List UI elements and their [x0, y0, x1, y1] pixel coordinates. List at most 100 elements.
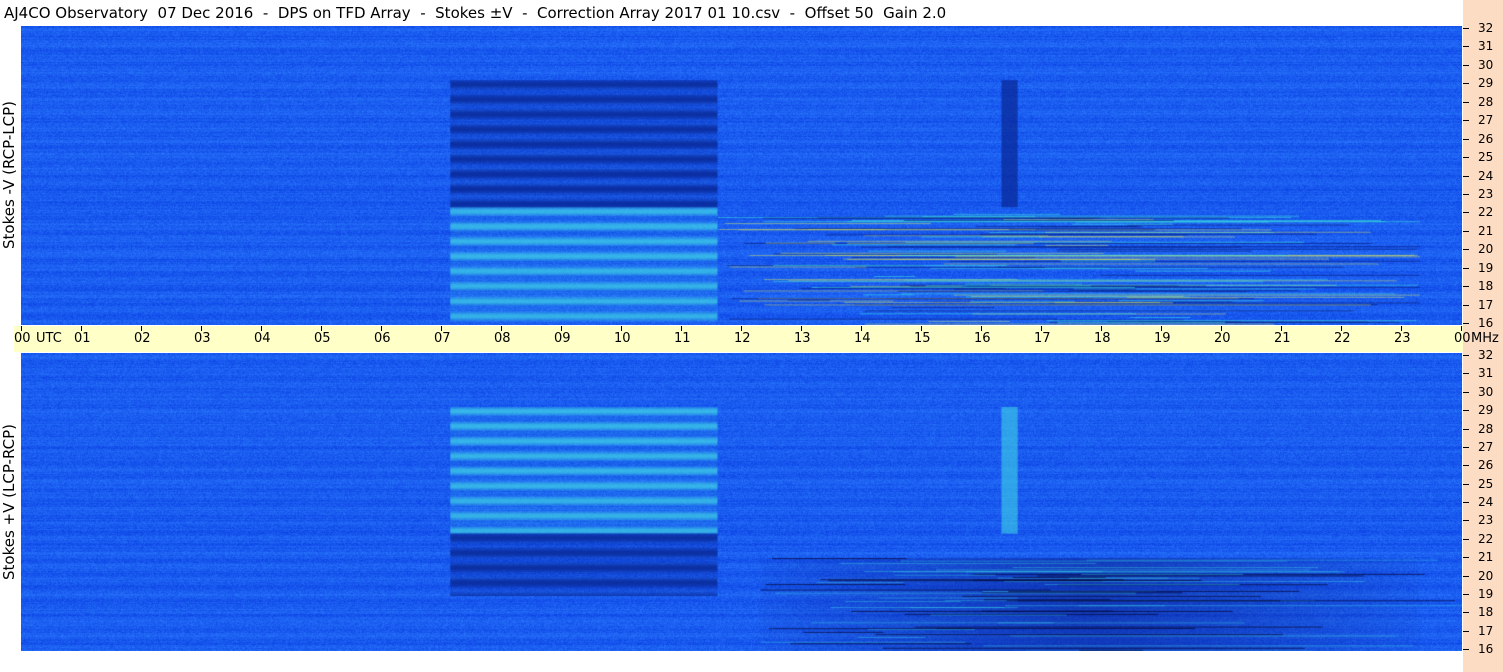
x-tick-label: 03 — [194, 331, 211, 346]
y-tick-mark — [1463, 575, 1469, 577]
y-tick: 26 — [1463, 458, 1503, 472]
y-tick-label: 28 — [1478, 94, 1494, 109]
y-tick: 23 — [1463, 187, 1503, 201]
x-axis-unit-utc: UTC — [36, 331, 62, 346]
x-tick-label: 21 — [1274, 331, 1291, 346]
x-tick-label: 15 — [914, 331, 931, 346]
y-tick-label: 23 — [1478, 513, 1494, 528]
y-tick-label: 18 — [1478, 279, 1494, 294]
y-tick-mark — [1463, 46, 1469, 48]
y-tick-label: 21 — [1478, 223, 1494, 238]
x-tick-label: 04 — [254, 331, 271, 346]
y-tick: 17 — [1463, 624, 1503, 638]
y-tick-label: 25 — [1478, 476, 1494, 491]
y-tick-mark — [1463, 286, 1469, 288]
x-tick-label: 20 — [1214, 331, 1231, 346]
y-tick-label: 22 — [1478, 531, 1494, 546]
y-tick: 32 — [1463, 21, 1503, 35]
y-tick: 24 — [1463, 169, 1503, 183]
x-tick-label: 23 — [1394, 331, 1411, 346]
y-tick: 27 — [1463, 113, 1503, 127]
x-tick-label: 06 — [374, 331, 391, 346]
y-tick-label: 16 — [1478, 316, 1494, 330]
y-axis-label-bottom: Stokes +V (LCP-RCP) — [0, 424, 18, 580]
y-tick-mark — [1463, 612, 1469, 614]
y-tick-mark — [1463, 101, 1469, 103]
y-ticks-top: 32 31 30 29 28 27 26 25 24 23 22 21 20 19 18 17 16 — [1463, 21, 1503, 330]
x-tick-label: 16 — [974, 331, 991, 346]
y-tick-label: 30 — [1478, 384, 1494, 399]
y-tick-label: 29 — [1478, 76, 1494, 91]
x-tick-label: 10 — [614, 331, 631, 346]
y-tick-label: 18 — [1478, 605, 1494, 620]
y-tick: 16 — [1463, 642, 1503, 656]
x-tick-label: 19 — [1154, 331, 1171, 346]
y-tick: 22 — [1463, 205, 1503, 219]
x-tick-label: 13 — [794, 331, 811, 346]
y-tick-mark — [1463, 446, 1469, 448]
y-tick-label: 32 — [1478, 21, 1494, 35]
y-tick-label: 27 — [1478, 439, 1494, 454]
spectrogram-top — [21, 26, 1462, 325]
y-tick-mark — [1463, 157, 1469, 159]
y-tick: 30 — [1463, 58, 1503, 72]
y-tick-mark — [1463, 28, 1469, 29]
y-tick-label: 26 — [1478, 458, 1494, 473]
y-tick-mark — [1463, 267, 1469, 269]
y-tick-mark — [1463, 391, 1469, 393]
x-tick-label: 22 — [1334, 331, 1351, 346]
x-tick-label: 07 — [434, 331, 451, 346]
y-tick-label: 19 — [1478, 586, 1494, 601]
x-tick-label: 17 — [1034, 331, 1051, 346]
y-tick: 30 — [1463, 385, 1503, 399]
y-tick: 22 — [1463, 532, 1503, 546]
y-tick-label: 21 — [1478, 550, 1494, 565]
y-tick-label: 25 — [1478, 150, 1494, 165]
y-tick-label: 23 — [1478, 186, 1494, 201]
x-tick-label: 12 — [734, 331, 751, 346]
y-tick-label: 20 — [1478, 242, 1494, 257]
x-tick-label: 11 — [674, 331, 691, 346]
y-tick-mark — [1463, 193, 1469, 195]
y-tick-mark — [1463, 212, 1469, 214]
y-tick-label: 31 — [1478, 366, 1494, 381]
y-tick: 20 — [1463, 242, 1503, 256]
y-tick-label: 19 — [1478, 260, 1494, 275]
x-axis-unit-mhz: MHz — [1471, 331, 1499, 346]
y-tick-label: 24 — [1478, 168, 1494, 183]
y-tick: 25 — [1463, 477, 1503, 491]
y-tick-mark — [1463, 355, 1469, 356]
x-tick-label: 18 — [1094, 331, 1111, 346]
y-tick-label: 32 — [1478, 348, 1494, 362]
y-tick: 31 — [1463, 366, 1503, 380]
y-tick: 29 — [1463, 403, 1503, 417]
y-ticks-bottom: 32 31 30 29 28 27 26 25 24 23 22 21 20 19 18 17 16 — [1463, 348, 1503, 656]
y-tick: 16 — [1463, 316, 1503, 330]
y-tick: 24 — [1463, 495, 1503, 509]
y-tick: 18 — [1463, 605, 1503, 619]
y-tick-mark — [1463, 502, 1469, 503]
y-tick: 19 — [1463, 261, 1503, 275]
y-tick-mark — [1463, 83, 1469, 85]
y-tick-mark — [1463, 483, 1469, 485]
x-tick-label: 14 — [854, 331, 871, 346]
y-tick-label: 31 — [1478, 39, 1494, 54]
y-tick-mark — [1463, 465, 1469, 467]
y-tick: 17 — [1463, 298, 1503, 312]
spectrogram-bottom — [21, 353, 1462, 651]
y-tick-label: 27 — [1478, 113, 1494, 128]
y-tick-mark — [1463, 410, 1469, 412]
chart-title: AJ4CO Observatory 07 Dec 2016 - DPS on T… — [4, 4, 947, 22]
x-tick-label: 02 — [134, 331, 151, 346]
y-tick-mark — [1463, 630, 1469, 632]
y-tick-label: 17 — [1478, 623, 1494, 638]
y-tick-label: 20 — [1478, 568, 1494, 583]
y-tick-label: 26 — [1478, 131, 1494, 146]
y-tick: 19 — [1463, 587, 1503, 601]
y-tick-mark — [1463, 249, 1469, 251]
y-tick-mark — [1463, 520, 1469, 522]
y-tick-mark — [1463, 138, 1469, 140]
y-tick-label: 24 — [1478, 495, 1494, 509]
y-tick-label: 17 — [1478, 297, 1494, 312]
x-tick-label: 09 — [554, 331, 571, 346]
